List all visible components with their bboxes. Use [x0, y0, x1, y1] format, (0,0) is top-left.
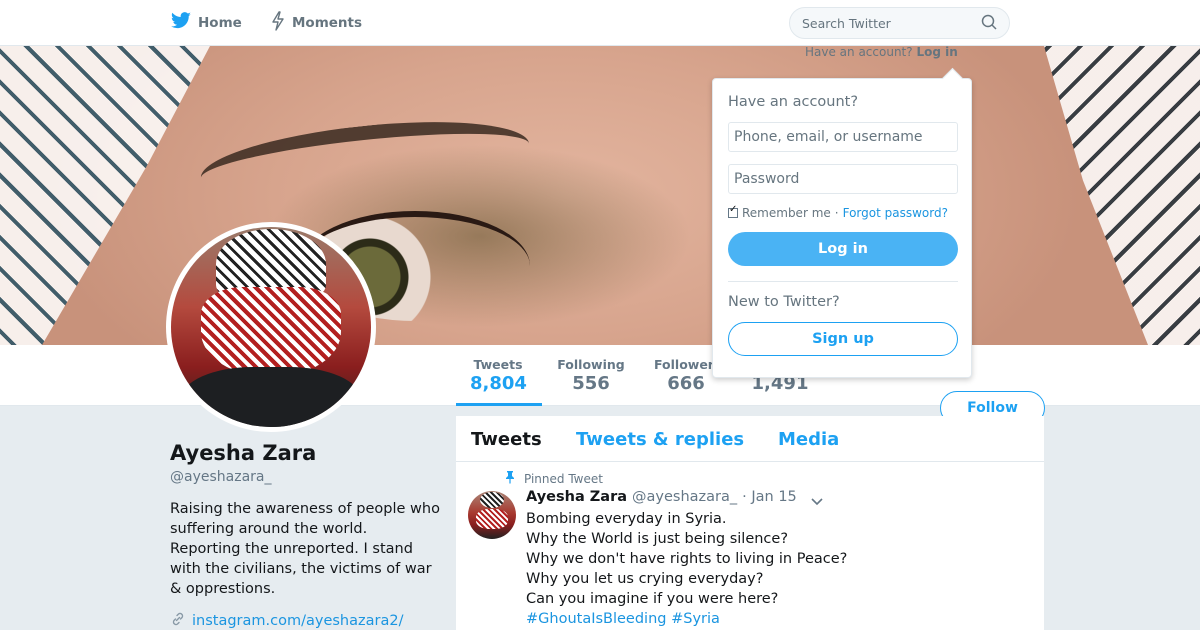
remember-label[interactable]: Remember me	[742, 206, 831, 220]
link-icon	[170, 611, 186, 630]
stat-tweets-value: 8,804	[470, 373, 527, 394]
stat-tweets-label: Tweets	[473, 357, 523, 372]
bird-icon	[170, 12, 192, 34]
timeline-tabs: Tweets Tweets & replies Media	[456, 416, 1044, 462]
signup-button[interactable]: Sign up	[728, 322, 958, 356]
forgot-password-link[interactable]: Forgot password?	[843, 206, 948, 220]
top-nav: Home Moments Search Twitter	[0, 0, 1200, 46]
password-field[interactable]: Password	[728, 164, 958, 194]
tweet-author-handle[interactable]: @ayeshazara_	[632, 489, 737, 505]
nav-moments[interactable]: Moments	[270, 0, 362, 46]
nav-moments-label: Moments	[292, 15, 363, 31]
profile-avatar[interactable]	[166, 222, 376, 432]
tweet-line: Bombing everyday in Syria.	[526, 511, 727, 527]
profile-name[interactable]: Ayesha Zara	[170, 441, 316, 465]
tab-tweets[interactable]: Tweets	[471, 429, 542, 450]
tweet-hashtags[interactable]: #GhoutaIsBleeding #Syria	[526, 609, 996, 629]
login-divider	[728, 281, 958, 282]
tweet-header: Ayesha Zara @ayeshazara_ · Jan 15	[526, 489, 797, 505]
stat-followers[interactable]: Followers 666	[654, 357, 718, 394]
login-dropdown: Have an account? Phone, email, or userna…	[712, 78, 972, 378]
tweet-line: Why you let us crying everyday?	[526, 571, 764, 587]
stat-followers-label: Followers	[654, 357, 718, 372]
username-field[interactable]: Phone, email, or username	[728, 122, 958, 152]
stat-followers-value: 666	[667, 373, 705, 394]
profile-link[interactable]: instagram.com/ayeshazara2/	[170, 611, 403, 630]
banner-scarf-right	[1044, 46, 1200, 345]
banner-eyebrow	[197, 108, 533, 214]
login-title: Have an account?	[728, 94, 859, 110]
login-button[interactable]: Log in	[728, 232, 958, 266]
pin-icon	[504, 470, 516, 487]
timeline: Tweets Tweets & replies Media Pinned Twe…	[456, 416, 1044, 630]
tab-media[interactable]: Media	[778, 429, 839, 450]
profile-link-text: instagram.com/ayeshazara2/	[192, 613, 404, 629]
profile-handle[interactable]: @ayeshazara_	[170, 469, 272, 485]
remember-row: Remember me · Forgot password?	[728, 204, 956, 220]
new-to-twitter-label: New to Twitter?	[728, 294, 840, 310]
stat-following[interactable]: Following 556	[557, 357, 625, 394]
profile-bio: Raising the awareness of people who suff…	[170, 501, 440, 597]
nav-home-label: Home	[198, 15, 242, 31]
search-input[interactable]: Search Twitter	[789, 7, 1010, 39]
avatar-coat	[181, 367, 361, 427]
stat-following-label: Following	[557, 357, 625, 372]
pinned-tweet-label: Pinned Tweet	[504, 470, 603, 487]
tweet-date[interactable]: · Jan 15	[742, 489, 797, 505]
separator-dot: ·	[834, 206, 839, 220]
nav-home[interactable]: Home	[170, 0, 242, 46]
tweet-avatar-keffiyeh	[480, 492, 504, 508]
search-icon[interactable]	[981, 14, 997, 33]
remember-checkbox[interactable]	[728, 204, 738, 218]
avatar-image	[171, 227, 371, 427]
tweet-line: Can you imagine if you were here?	[526, 591, 779, 607]
stat-following-value: 556	[572, 373, 610, 394]
login-link[interactable]: Log in	[916, 45, 957, 59]
stat-tweets[interactable]: Tweets 8,804	[470, 357, 527, 394]
tweet-line: Why the World is just being silence?	[526, 531, 789, 547]
have-account-prompt: Have an account? Log in	[805, 45, 958, 59]
tweet-author-name[interactable]: Ayesha Zara	[526, 489, 627, 505]
avatar-mask	[201, 287, 341, 377]
lightning-icon	[270, 11, 286, 35]
pinned-text: Pinned Tweet	[524, 471, 603, 486]
tab-tweets-replies[interactable]: Tweets & replies	[576, 429, 744, 450]
have-account-text: Have an account?	[805, 45, 913, 59]
tweet-avatar[interactable]	[468, 491, 516, 539]
search-placeholder: Search Twitter	[802, 15, 891, 31]
tweet-line: Why we don't have rights to living in Pe…	[526, 551, 848, 567]
tweet-text: Bombing everyday in Syria. Why the World…	[526, 509, 996, 629]
tweet-avatar-mask	[476, 509, 508, 529]
active-stat-underline	[456, 403, 542, 406]
